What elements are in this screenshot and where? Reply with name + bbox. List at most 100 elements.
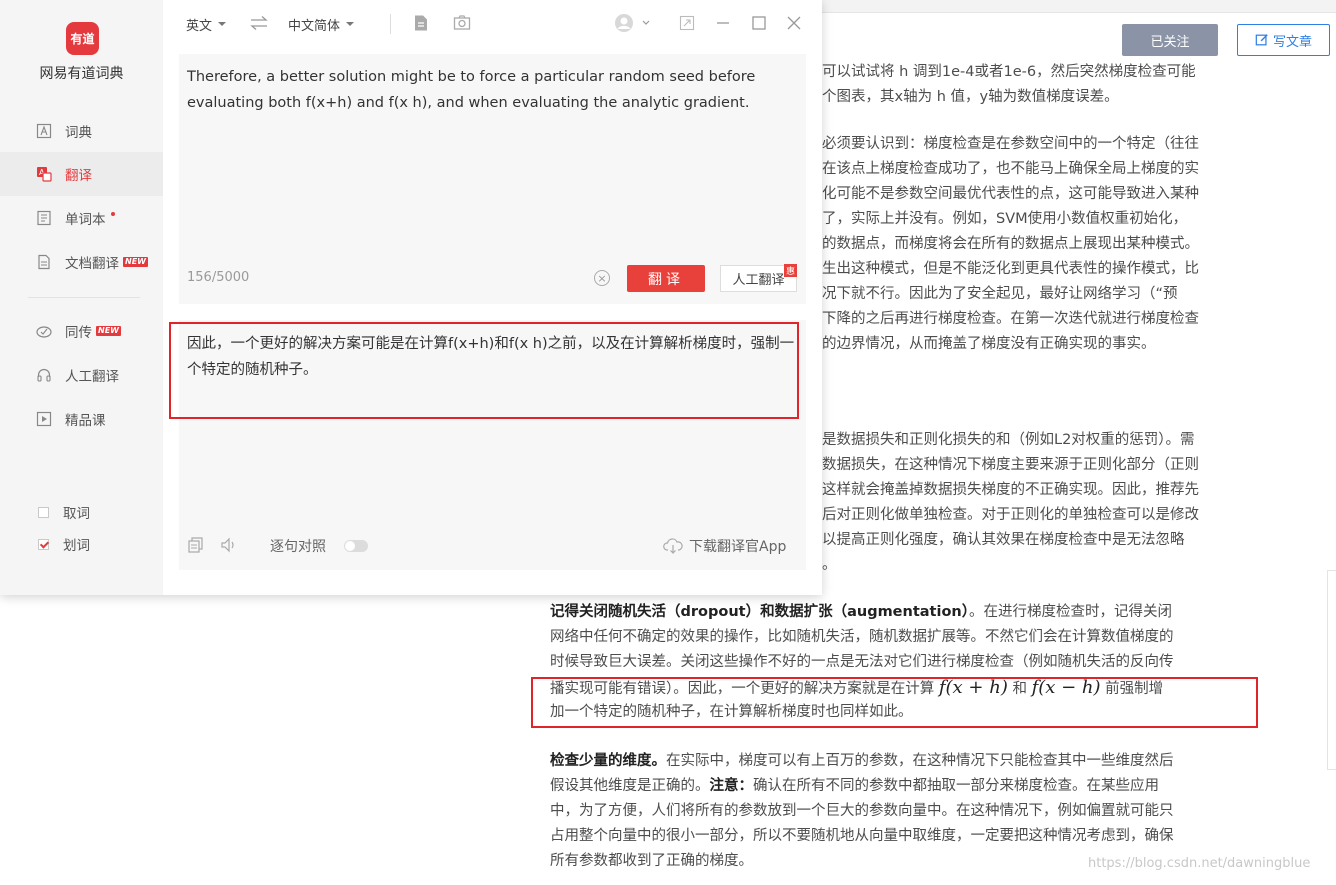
blog-line: 。 bbox=[822, 557, 837, 573]
blog-line: 必须要认识到：梯度检查是在参数空间中的一个特定（往往 bbox=[822, 136, 1199, 152]
sidebar-item-label: 单词本 bbox=[65, 212, 106, 228]
human-translate-button[interactable]: 人工翻译 惠 bbox=[720, 264, 797, 292]
sidebar-item-courses[interactable]: 精品课 bbox=[0, 397, 163, 441]
blog-line: 假设其他维度是正确的。 bbox=[550, 778, 710, 794]
sidebar-item-label: 同传 bbox=[65, 325, 92, 341]
blog-highlight-box bbox=[531, 677, 1258, 728]
blog-line: 在实际中，梯度可以有上百万的参数，在这种情况下只能检查其中一些维度然后 bbox=[666, 753, 1174, 769]
source-text[interactable]: Therefore, a better solution might be to… bbox=[187, 64, 797, 116]
toolbar-divider bbox=[390, 14, 391, 34]
blog-header-divider bbox=[822, 12, 1336, 13]
result-highlight-box bbox=[169, 322, 799, 419]
pin-icon[interactable] bbox=[678, 14, 696, 32]
speaker-icon[interactable] bbox=[220, 536, 238, 554]
source-text-area[interactable]: Therefore, a better solution might be to… bbox=[179, 54, 806, 304]
sidebar: 有道 网易有道词典 词典 A 翻译 单词本 文档翻译 NEW 同传 NEW 人工… bbox=[0, 0, 163, 595]
checkbox[interactable] bbox=[38, 506, 49, 518]
blog-line: 在该点上梯度检查成功了，也不能马上确保全局上梯度的实 bbox=[822, 161, 1199, 177]
blog-line: 的边界情况，从而掩盖了梯度没有正确实现的事实。 bbox=[822, 336, 1156, 352]
sidebar-item-translate[interactable]: A 翻译 bbox=[0, 152, 163, 196]
note-label: 注意： bbox=[709, 778, 754, 794]
simultaneous-icon bbox=[36, 323, 52, 339]
write-article-label: 写文章 bbox=[1272, 34, 1312, 50]
blog-line: 数据损失，在这种情况下梯度主要来源于正则化部分（正则 bbox=[822, 457, 1199, 473]
sidebar-divider bbox=[28, 297, 140, 298]
sentence-compare-toggle[interactable] bbox=[344, 540, 368, 552]
sidebar-item-label: 翻译 bbox=[65, 168, 92, 184]
checkbox-checked[interactable] bbox=[38, 538, 49, 550]
paragraph-heading: 检查少量的维度。 bbox=[550, 753, 666, 769]
option-pick-word[interactable]: 取词 bbox=[38, 502, 90, 522]
app-name: 网易有道词典 bbox=[39, 66, 124, 82]
blog-line: 以提高正则化强度，确认其效果在梯度检查中是无法忽略 bbox=[822, 532, 1185, 548]
blog-line: 是数据损失和正则化损失的和（例如L2对权重的惩罚）。需 bbox=[822, 432, 1195, 448]
paragraph-heading: 记得关闭随机失活（dropout）和数据扩张（augmentation） bbox=[550, 604, 969, 620]
edit-icon bbox=[1255, 33, 1269, 47]
discount-badge: 惠 bbox=[784, 264, 797, 277]
character-count: 156/5000 bbox=[187, 270, 250, 285]
new-badge: NEW bbox=[123, 257, 148, 267]
headset-icon bbox=[36, 367, 52, 383]
sentence-compare-label: 逐句对照 bbox=[270, 539, 326, 555]
chevron-down-icon bbox=[218, 22, 227, 26]
dictionary-icon bbox=[36, 123, 52, 139]
watermark-url: https://blog.csdn.net/dawningblue bbox=[1088, 856, 1311, 871]
option-label: 划词 bbox=[63, 538, 90, 554]
maximize-icon[interactable] bbox=[750, 14, 768, 32]
video-icon bbox=[36, 411, 52, 427]
option-label: 取词 bbox=[63, 506, 90, 522]
sidebar-item-dictionary[interactable]: 词典 bbox=[0, 109, 163, 153]
blog-line: 时候导致巨大误差。关闭这些操作不好的一点是无法对它们进行梯度检查（例如随机失活的… bbox=[550, 654, 1174, 670]
chevron-down-icon bbox=[346, 22, 355, 26]
translate-icon: A bbox=[36, 166, 52, 182]
youdao-window: 有道 网易有道词典 词典 A 翻译 单词本 文档翻译 NEW 同传 NEW 人工… bbox=[0, 0, 822, 595]
close-icon[interactable] bbox=[785, 14, 803, 32]
blog-section-3: 是数据损失和正则化损失的和（例如L2对权重的惩罚）。需 数据损失，在这种情况下梯… bbox=[822, 428, 1242, 578]
option-select-word[interactable]: 划词 bbox=[38, 534, 90, 554]
human-translate-label: 人工翻译 bbox=[732, 273, 785, 288]
sidebar-item-wordbook[interactable]: 单词本 bbox=[0, 196, 163, 240]
blog-line: 化可能不是参数空间最优代表性的点，这可能导致进入某种 bbox=[822, 186, 1199, 202]
document-icon bbox=[36, 254, 52, 270]
sidebar-item-simultaneous[interactable]: 同传 NEW bbox=[0, 309, 163, 353]
source-language-label: 英文 bbox=[186, 18, 213, 34]
sidebar-item-label: 文档翻译 bbox=[65, 256, 119, 272]
blog-line: 可以试试将 h 调到1e-4或者1e-6，然后突然梯度检查可能 bbox=[822, 64, 1196, 80]
download-app-link[interactable]: 下载翻译官App bbox=[663, 536, 786, 556]
file-icon[interactable] bbox=[412, 14, 430, 32]
wordbook-icon bbox=[36, 210, 52, 226]
copy-icon[interactable] bbox=[187, 536, 205, 554]
avatar[interactable] bbox=[612, 14, 652, 32]
write-article-button[interactable]: 写文章 bbox=[1237, 24, 1330, 56]
blog-line: 况下就不行。因此为了安全起见，最好让网络学习（“预 bbox=[822, 286, 1178, 302]
screenshot-icon[interactable] bbox=[453, 14, 471, 32]
side-scroll-panel[interactable] bbox=[1327, 570, 1336, 770]
target-language-select[interactable]: 中文简体 bbox=[288, 14, 355, 34]
sidebar-item-label: 词典 bbox=[65, 125, 92, 141]
blog-line: 。在进行梯度检查时，记得关闭 bbox=[969, 604, 1172, 620]
clear-icon[interactable]: × bbox=[594, 270, 610, 286]
blog-line: 这样就会掩盖掉数据损失梯度的不正确实现。因此，推荐先 bbox=[822, 482, 1199, 498]
sidebar-item-human-translate[interactable]: 人工翻译 bbox=[0, 353, 163, 397]
translate-button[interactable]: 翻译 bbox=[627, 265, 705, 292]
minimize-icon[interactable] bbox=[714, 14, 732, 32]
swap-language-icon[interactable] bbox=[249, 14, 269, 32]
cloud-download-icon bbox=[663, 537, 683, 555]
blog-section-2: 必须要认识到：梯度检查是在参数空间中的一个特定（往往 在该点上梯度检查成功了，也… bbox=[822, 132, 1242, 357]
notification-dot bbox=[110, 212, 115, 216]
download-app-label: 下载翻译官App bbox=[689, 539, 787, 555]
blog-line: 占用整个向量中的很小一部分，所以不要随机地从向量中取维度，一定要把这种情况考虑到… bbox=[550, 828, 1174, 844]
sidebar-item-doc-translate[interactable]: 文档翻译 NEW bbox=[0, 240, 163, 284]
blog-line: 的数据点，而梯度将会在所有的数据点上展现出某种模式。 bbox=[822, 236, 1199, 252]
followed-button[interactable]: 已关注 bbox=[1122, 24, 1218, 56]
blog-line: 后对正则化做单独检查。对于正则化的单独检查可以是修改 bbox=[822, 507, 1199, 523]
blog-line: 下降的之后再进行梯度检查。在第一次迭代就进行梯度检查 bbox=[822, 311, 1199, 327]
blog-line: 中，为了方便，人们将所有的参数放到一个巨大的参数向量中。在这种情况下，例如偏置就… bbox=[550, 803, 1174, 819]
target-language-label: 中文简体 bbox=[288, 18, 341, 34]
blog-line: 网络中任何不确定的效果的操作，比如随机失活，随机数据扩展等。不然它们会在计算数值… bbox=[550, 629, 1174, 645]
blog-line: 个图表，其x轴为 h 值，y轴为数值梯度误差。 bbox=[822, 89, 1119, 105]
blog-line: 了，实际上并没有。例如，SVM使用小数值权重初始化， bbox=[822, 211, 1188, 227]
sidebar-item-label: 精品课 bbox=[65, 413, 106, 429]
source-language-select[interactable]: 英文 bbox=[186, 14, 227, 34]
youdao-logo: 有道 bbox=[66, 22, 99, 55]
